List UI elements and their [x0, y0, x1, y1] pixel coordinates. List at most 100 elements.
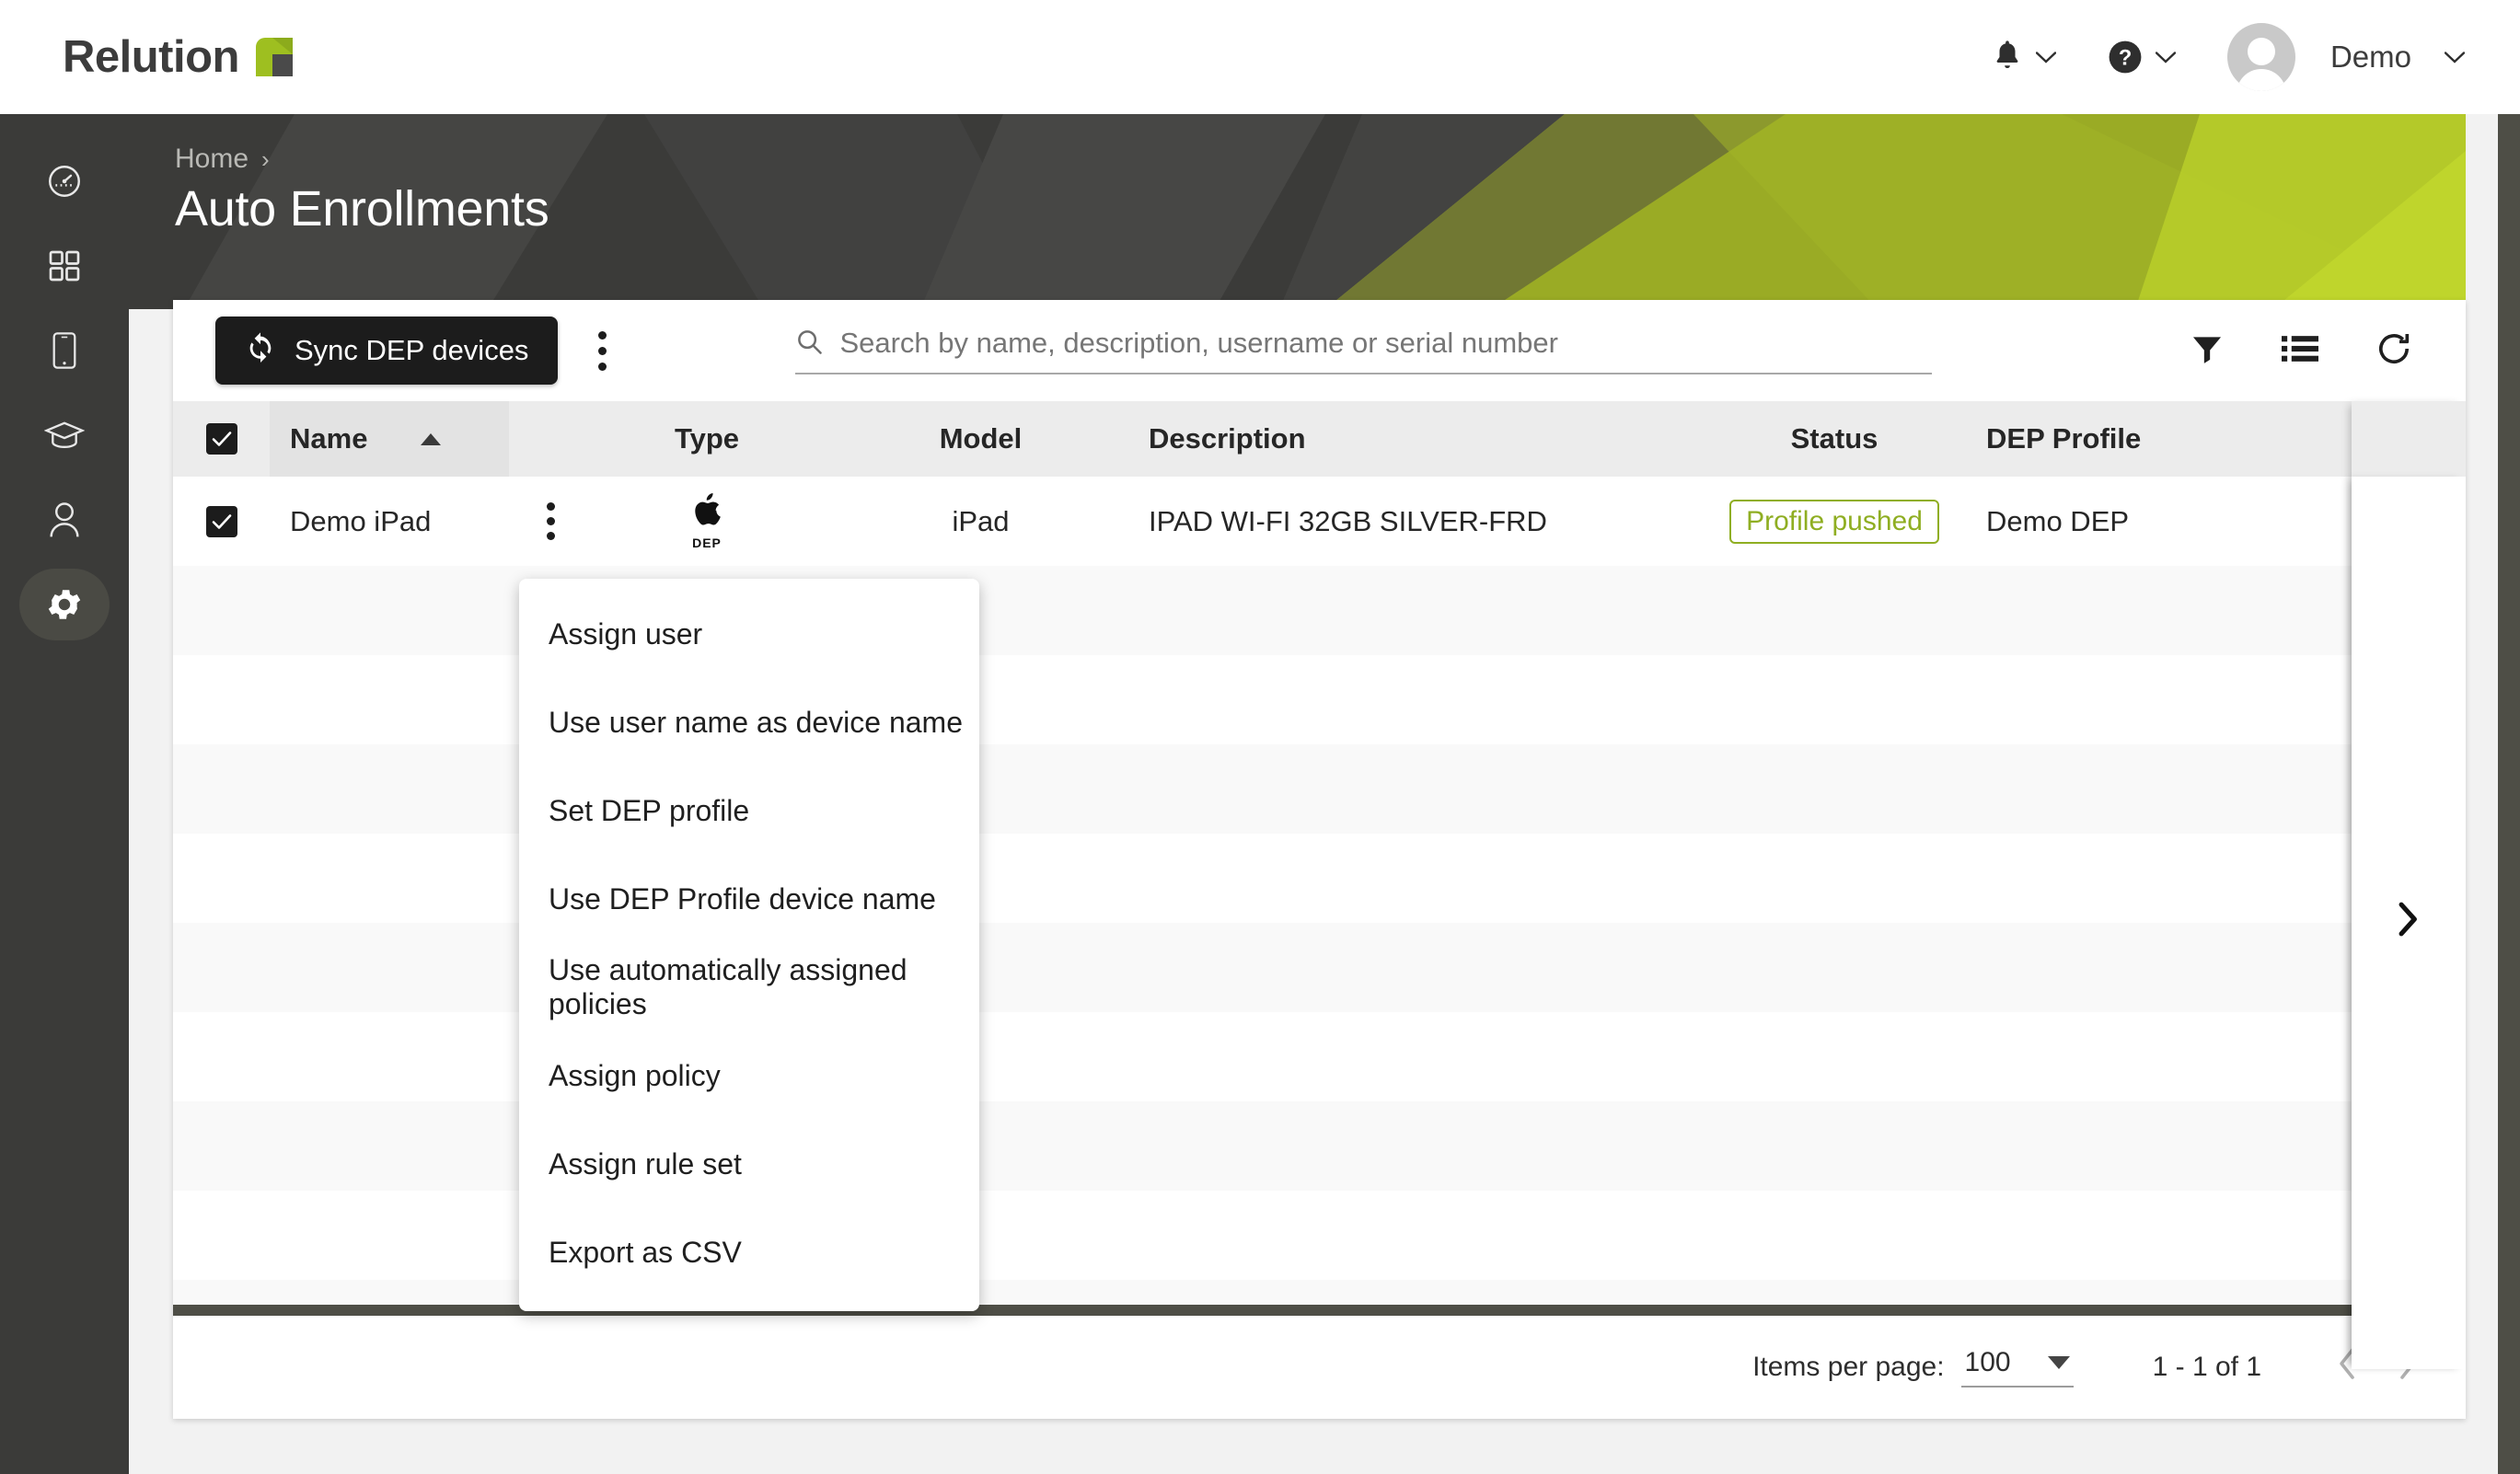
items-per-page-value: 100 — [1964, 1347, 2011, 1377]
menu-item-use-dep-profile-device-name[interactable]: Use DEP Profile device name — [519, 855, 979, 943]
table-row-empty — [173, 1012, 2466, 1101]
table-row-empty — [173, 566, 2466, 655]
column-header-description-label: Description — [1149, 422, 1306, 455]
brand-logo[interactable]: Relution — [63, 31, 293, 83]
menu-item-assign-user[interactable]: Assign user — [519, 590, 979, 678]
menu-item-use-automatically-assigned-policies[interactable]: Use automatically assigned policies — [519, 943, 979, 1031]
cell-model: iPad — [952, 504, 1010, 537]
table-row[interactable]: Demo iPad DEP iPad IPAD WI-FI 32GB SILVE… — [173, 477, 2466, 1369]
column-header-model[interactable]: Model — [822, 422, 1139, 455]
list-view-icon[interactable] — [2282, 333, 2318, 369]
brand-name: Relution — [63, 32, 239, 82]
device-phone-icon — [47, 331, 82, 370]
horizontal-scrollbar-thumb[interactable] — [173, 1305, 2419, 1316]
user-menu[interactable]: Demo — [2202, 23, 2466, 91]
menu-item-assign-rule-set[interactable]: Assign rule set — [519, 1120, 979, 1208]
vertical-scrollbar[interactable] — [2498, 114, 2520, 1474]
top-bar: Relution ? Demo — [0, 0, 2520, 114]
sticky-actions-cell — [2352, 477, 2466, 1369]
svg-text:?: ? — [2119, 46, 2133, 71]
table-body: Demo iPad DEP iPad IPAD WI-FI 32GB SILVE… — [173, 477, 2466, 1369]
toolbar-icons — [2190, 330, 2425, 372]
page-title: Auto Enrollments — [175, 181, 549, 236]
dashboard-speedometer-icon — [45, 162, 84, 201]
more-vertical-icon — [546, 502, 555, 511]
items-per-page-select[interactable]: 100 — [1960, 1347, 2074, 1388]
help-menu[interactable]: ? — [2082, 40, 2202, 75]
content-card: Sync DEP devices Search by name, descrip… — [173, 300, 2466, 1419]
notifications-menu[interactable] — [1966, 40, 2082, 75]
table-row-empty — [173, 1191, 2466, 1280]
user-icon — [47, 501, 82, 539]
sidebar-item-dashboard[interactable] — [19, 145, 110, 217]
column-header-dep-profile[interactable]: DEP Profile — [1977, 422, 2318, 455]
sidebar-item-devices[interactable] — [19, 315, 110, 386]
chevron-down-icon — [2444, 51, 2466, 63]
select-all-cell — [173, 423, 270, 455]
table-row-empty — [173, 655, 2466, 744]
sidebar-item-apps[interactable] — [19, 230, 110, 302]
table-row-empty — [173, 834, 2466, 923]
column-header-status[interactable]: Status — [1692, 422, 1977, 455]
menu-item-export-as-csv[interactable]: Export as CSV — [519, 1208, 979, 1296]
row-context-menu: Assign user Use user name as device name… — [519, 579, 979, 1311]
graduation-cap-icon — [44, 420, 85, 451]
chevron-right-icon — [2398, 902, 2420, 944]
page-hero: Home › Auto Enrollments — [129, 114, 2466, 309]
table-row-empty — [173, 923, 2466, 1012]
breadcrumb-home[interactable]: Home — [175, 144, 249, 175]
caret-down-icon — [2047, 1356, 2070, 1369]
filter-funnel-icon[interactable] — [2190, 331, 2225, 371]
cell-status: Profile pushed — [1692, 499, 1977, 544]
chevron-down-icon — [2155, 51, 2177, 63]
column-header-description[interactable]: Description — [1139, 422, 1692, 455]
status-badge: Profile pushed — [1729, 499, 1939, 544]
sidebar — [0, 114, 129, 1474]
app-root: Relution ? Demo Home › Auto Enrollments … — [0, 0, 2520, 1474]
type-dep-label: DEP — [692, 535, 722, 550]
column-header-status-label: Status — [1790, 422, 1878, 455]
items-per-page-label: Items per page: — [1752, 1352, 1945, 1382]
cell-description: IPAD WI-FI 32GB SILVER-FRD — [1149, 504, 1547, 537]
refresh-icon[interactable] — [2376, 330, 2412, 372]
column-header-type-label: Type — [674, 422, 740, 455]
sync-dep-devices-button[interactable]: Sync DEP devices — [215, 317, 559, 385]
relution-logo-icon — [255, 38, 293, 76]
row-detail-button[interactable] — [2352, 477, 2466, 1369]
search-box[interactable] — [795, 327, 1933, 374]
column-header-name[interactable]: Name — [270, 401, 509, 477]
column-header-dep-profile-label: DEP Profile — [1986, 422, 2142, 455]
bell-icon — [1992, 40, 2023, 75]
column-header-name-label: Name — [290, 422, 368, 455]
sort-ascending-icon — [421, 432, 442, 445]
search-icon — [795, 328, 823, 360]
cell-name: Demo iPad — [290, 504, 432, 537]
hero-text: Home › Auto Enrollments — [129, 114, 2466, 237]
sidebar-item-users[interactable] — [19, 484, 110, 556]
select-all-checkbox[interactable] — [205, 423, 237, 455]
horizontal-scrollbar[interactable] — [173, 1305, 2466, 1316]
row-checkbox[interactable] — [205, 505, 237, 537]
menu-item-assign-policy[interactable]: Assign policy — [519, 1031, 979, 1120]
column-header-model-label: Model — [939, 422, 1023, 455]
row-actions-cell — [509, 501, 592, 543]
toolbar-more-button[interactable] — [574, 323, 630, 378]
table-toolbar: Sync DEP devices — [173, 300, 2466, 401]
row-more-button[interactable] — [529, 501, 572, 543]
menu-item-set-dep-profile[interactable]: Set DEP profile — [519, 766, 979, 855]
sidebar-item-settings[interactable] — [19, 569, 110, 640]
table-row-empty — [173, 744, 2466, 834]
menu-item-use-user-name-as-device-name[interactable]: Use user name as device name — [519, 678, 979, 766]
pagination-range: 1 - 1 of 1 — [2152, 1352, 2261, 1382]
sync-dep-devices-label: Sync DEP devices — [295, 334, 529, 366]
chevron-down-icon — [2035, 51, 2057, 63]
breadcrumb: Home › — [175, 144, 2466, 175]
breadcrumb-separator-icon: › — [261, 144, 270, 173]
column-header-type[interactable]: Type — [592, 422, 822, 455]
search-input[interactable] — [839, 327, 1933, 360]
cell-dep-profile: Demo DEP — [1986, 504, 2130, 537]
question-circle-icon: ? — [2108, 40, 2143, 75]
table-header-row: Name Type Model Description Status DEP P — [173, 401, 2466, 1369]
user-name: Demo — [2329, 40, 2411, 74]
sidebar-item-education[interactable] — [19, 399, 110, 471]
